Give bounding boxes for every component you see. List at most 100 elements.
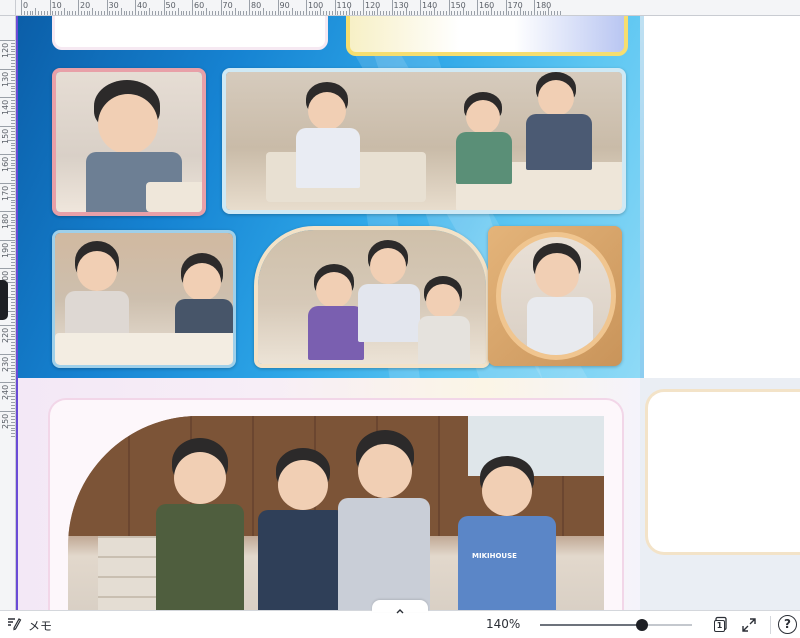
ruler-minor-tick (294, 11, 296, 15)
boy-circle-photo[interactable] (488, 226, 622, 366)
ruler-minor-tick (60, 11, 62, 15)
ruler-minor-tick (8, 339, 15, 341)
ruler-minor-tick (11, 202, 15, 204)
ruler-minor-tick (137, 11, 139, 15)
ruler-minor-tick (209, 11, 211, 15)
ruler-minor-tick (11, 265, 15, 267)
ruler-minor-tick (11, 114, 15, 116)
ruler-minor-tick (189, 11, 191, 15)
ruler-minor-tick (411, 11, 413, 15)
ruler-minor-tick (43, 11, 45, 15)
horizontal-ruler[interactable]: 0 10 20 30 40 50 60 70 80 90 100 110 120 130 140 150 160… (0, 0, 800, 16)
ruler-label: 10 (51, 1, 62, 10)
ruler-minor-tick (11, 401, 15, 403)
design-canvas[interactable]: MIKIHOUSE (16, 16, 800, 610)
ruler-minor-tick (536, 11, 538, 15)
ruler-label: 90 (279, 1, 290, 10)
ruler-minor-tick (451, 11, 453, 15)
child-figure (456, 92, 516, 202)
ruler-minor-tick (95, 11, 97, 15)
editor-app: 0 10 20 30 40 50 60 70 80 90 100 110 120 130 140 150 160… (0, 0, 800, 638)
memo-button[interactable]: メモ (6, 615, 52, 635)
margin-guide (16, 16, 18, 610)
ruler-minor-tick (117, 11, 119, 15)
ruler-major-tick (163, 0, 165, 15)
ruler-minor-tick (11, 59, 15, 61)
ruler-minor-tick (11, 105, 15, 107)
ruler-major-tick (106, 0, 108, 15)
ruler-minor-tick (86, 11, 88, 15)
kids-group-photo[interactable] (254, 226, 490, 368)
ruler-minor-tick (11, 62, 15, 64)
ruler-minor-tick (8, 282, 15, 284)
ruler-minor-tick (11, 213, 15, 215)
page-count: 1 (714, 620, 725, 632)
ruler-minor-tick (11, 216, 15, 218)
ruler-minor-tick (11, 387, 15, 389)
pages-button[interactable]: 1 (710, 616, 728, 634)
kids-singing-photo[interactable]: MIKIHOUSE (68, 416, 604, 610)
photo-frame-placeholder[interactable] (648, 392, 800, 552)
collapse-tab[interactable] (372, 600, 428, 614)
ruler-minor-tick (11, 65, 15, 67)
child-figure (338, 430, 434, 610)
ruler-major-tick (477, 0, 478, 15)
ruler-major-tick (0, 182, 15, 184)
album-page-blue[interactable] (18, 16, 640, 378)
ruler-minor-tick (417, 11, 419, 15)
ruler-minor-tick (11, 342, 15, 344)
ruler-minor-tick (291, 8, 293, 15)
boy-eating-photo[interactable] (52, 68, 206, 216)
ruler-minor-tick (200, 11, 202, 15)
photo-frame-top-left[interactable] (52, 16, 328, 50)
girl-table-photo[interactable] (52, 230, 236, 368)
ruler-minor-tick (152, 11, 154, 15)
album-page-right-blank[interactable] (640, 16, 800, 378)
ruler-minor-tick (140, 11, 142, 15)
ruler-minor-tick (11, 327, 15, 329)
panel-toggle-handle[interactable] (0, 280, 8, 320)
album-page-pink[interactable]: MIKIHOUSE (18, 378, 640, 610)
zoom-slider-thumb[interactable] (635, 619, 648, 631)
ruler-minor-tick (11, 108, 15, 110)
zoom-slider[interactable] (540, 618, 692, 632)
ruler-minor-tick (548, 8, 550, 15)
ruler-minor-tick (174, 11, 176, 15)
child-figure: MIKIHOUSE (458, 456, 558, 610)
ruler-minor-tick (11, 322, 15, 324)
album-page-right-lower[interactable] (640, 378, 800, 610)
ruler-minor-tick (354, 11, 356, 15)
ruler-major-tick (391, 0, 393, 15)
ruler-minor-tick (11, 399, 15, 401)
ruler-minor-tick (11, 279, 15, 281)
ruler-minor-tick (11, 176, 15, 178)
fullscreen-button[interactable] (741, 617, 757, 633)
ruler-major-tick (0, 40, 15, 41)
ruler-minor-tick (437, 11, 439, 15)
ruler-minor-tick (229, 11, 231, 15)
ruler-minor-tick (551, 11, 553, 15)
ruler-minor-tick (343, 11, 345, 15)
ruler-minor-tick (11, 430, 15, 432)
zoom-percentage[interactable]: 140% (486, 617, 520, 631)
ruler-minor-tick (11, 222, 15, 224)
ruler-label: 250 (1, 413, 10, 429)
ruler-label: 140 (1, 99, 10, 115)
ruler-minor-tick (8, 54, 15, 56)
ruler-minor-tick (317, 11, 319, 15)
ruler-minor-tick (166, 11, 168, 15)
zoom-slider-fill (540, 624, 642, 626)
ruler-minor-tick (123, 11, 125, 15)
ruler-minor-tick (11, 287, 15, 289)
ruler-minor-tick (331, 11, 333, 15)
photo-frame-top-right[interactable] (346, 16, 628, 56)
help-button[interactable]: ? (778, 615, 797, 634)
ruler-minor-tick (52, 11, 54, 15)
ruler-minor-tick (11, 376, 15, 378)
ruler-minor-tick (11, 71, 15, 73)
ruler-minor-tick (11, 302, 15, 304)
ruler-minor-tick (397, 11, 399, 15)
ruler-minor-tick (400, 11, 402, 15)
classroom-wide-photo[interactable] (222, 68, 626, 214)
ruler-minor-tick (11, 245, 15, 247)
